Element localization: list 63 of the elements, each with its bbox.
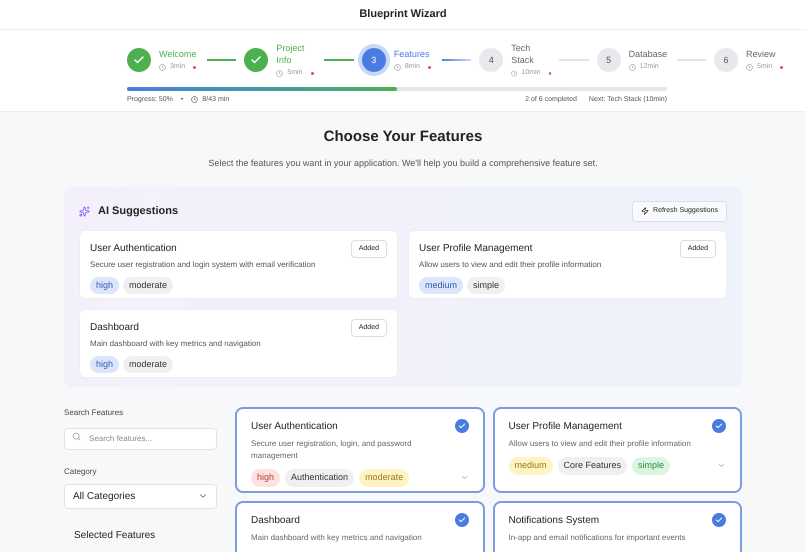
search-icon — [72, 432, 81, 441]
feature-title: Dashboard — [251, 514, 300, 528]
step-label: Project Info — [276, 42, 306, 66]
checkmark-icon — [712, 419, 726, 433]
feature-card[interactable]: Dashboard Main dashboard with key metrics and navigation — [235, 501, 484, 552]
clock-icon — [394, 64, 401, 71]
feature-card[interactable]: User Authentication Secure user registration, login, and password management high Authentication moderate — [235, 407, 484, 493]
page-subheading: Select the features you want in your application. We'll help you build a comprehensive feature set. — [208, 156, 598, 170]
field-label: Category — [64, 466, 98, 478]
suggestion-description: Allow users to view and edit their profile information — [419, 258, 602, 270]
feature-title: User Authentication — [251, 420, 338, 434]
step-label: Tech Stack — [511, 42, 535, 66]
clock-icon — [511, 70, 518, 77]
tag: simple — [467, 276, 506, 294]
page-heading: Choose Your Features — [324, 127, 482, 147]
feature-description: Main dashboard with key metrics and navigation — [251, 532, 423, 544]
tag: Authentication — [285, 469, 354, 486]
feature-description: In-app and email notifications for important events — [508, 532, 686, 544]
tag: medium — [419, 276, 464, 294]
step-label: Review — [746, 48, 777, 60]
feature-description: Secure user registration, login, and password management — [251, 438, 413, 462]
feature-title: User Profile Management — [508, 420, 622, 434]
window-title: Blueprint Wizard — [359, 7, 447, 22]
tag: moderate — [123, 356, 174, 373]
category-dropdown[interactable]: All Categories — [64, 484, 217, 508]
step-number: 3 — [371, 54, 376, 66]
selected-features-title: Selected Features — [74, 528, 156, 542]
clock-icon — [191, 96, 198, 104]
tag: simple — [632, 457, 670, 474]
clock-icon — [628, 64, 636, 71]
sparkles-icon — [79, 206, 90, 217]
clock-icon — [276, 70, 284, 77]
step-number: 6 — [724, 54, 729, 66]
feature-card[interactable]: Notifications System In-app and email notifications for important events — [492, 501, 742, 552]
checkmark-icon — [712, 513, 726, 527]
feature-description: Allow users to view and edit their profile information — [508, 438, 692, 450]
lightning-icon — [641, 207, 650, 216]
suggestion-title: Dashboard — [90, 320, 139, 334]
tag: high — [251, 469, 280, 486]
tag: moderate — [359, 469, 410, 486]
step-label: Welcome — [159, 48, 197, 60]
step-number: 4 — [488, 54, 494, 66]
clock-icon — [746, 64, 754, 71]
suggestion-description: Main dashboard with key metrics and navigation — [90, 338, 262, 350]
step-label: Database — [628, 48, 667, 60]
tag: Core Features — [558, 457, 628, 474]
tag: high — [90, 356, 120, 373]
feature-card[interactable]: User Profile Management Allow users to view and edit their profile information medium Core Features simple — [492, 407, 742, 493]
clock-icon — [159, 64, 166, 71]
search-field[interactable]: Search features... — [64, 428, 217, 450]
tag: high — [90, 276, 120, 294]
feature-title: Notifications System — [508, 514, 600, 528]
suggestion-title: User Authentication — [90, 242, 177, 256]
section-title: AI Suggestions — [98, 204, 178, 219]
suggestion-title: User Profile Management — [419, 242, 532, 256]
suggestion-description: Secure user registration and login system with email verification — [90, 258, 316, 270]
tag: medium — [508, 457, 553, 474]
checkmark-icon — [454, 513, 468, 527]
step-number: 5 — [606, 54, 612, 66]
tag: moderate — [123, 276, 174, 294]
checkmark-icon — [454, 419, 468, 433]
field-label: Search Features — [64, 407, 124, 419]
step-label: Features — [394, 48, 430, 60]
